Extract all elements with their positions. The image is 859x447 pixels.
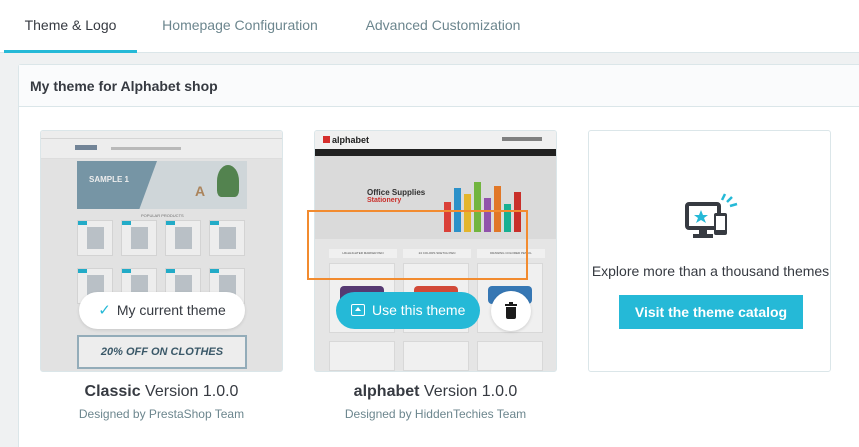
tab-theme-logo[interactable]: Theme & Logo	[4, 0, 137, 53]
tab-advanced-customization[interactable]: Advanced Customization	[345, 0, 541, 53]
catalog-description: Explore more than a thousand themes	[591, 263, 830, 279]
check-icon: ✓	[98, 302, 111, 319]
tab-bar: Theme & Logo Homepage Configuration Adva…	[0, 0, 859, 53]
theme-catalog-card: Explore more than a thousand themes Visi…	[588, 130, 831, 372]
theme-card-classic: SAMPLE 1 A POPULAR PRODUCTS 20% OFF ON C…	[40, 130, 283, 372]
highlight-box	[307, 210, 528, 280]
theme-author: Designed by HiddenTechies Team	[344, 407, 527, 421]
theme-name: Classic	[84, 383, 141, 400]
trash-icon	[505, 302, 517, 320]
upload-icon	[351, 304, 365, 316]
current-theme-badge: ✓ My current theme	[79, 292, 245, 329]
current-theme-label: My current theme	[116, 302, 226, 318]
theme-version: Version 1.0.0	[145, 383, 239, 400]
theme-version: Version 1.0.0	[423, 383, 518, 400]
panel-title: My theme for Alphabet shop	[19, 65, 859, 107]
theme-name: alphabet	[353, 383, 420, 400]
delete-theme-button[interactable]	[491, 291, 531, 331]
devices-icon	[685, 193, 738, 238]
theme-caption-classic: Classic Version 1.0.0 Designed by Presta…	[40, 383, 283, 421]
use-theme-label: Use this theme	[372, 302, 466, 318]
visit-catalog-button[interactable]: Visit the theme catalog	[619, 295, 803, 329]
theme-author: Designed by PrestaShop Team	[78, 407, 245, 421]
tab-homepage-configuration[interactable]: Homepage Configuration	[140, 0, 340, 53]
theme-caption-alphabet: alphabet Version 1.0.0 Designed by Hidde…	[314, 383, 557, 421]
use-theme-button[interactable]: Use this theme	[336, 292, 480, 329]
